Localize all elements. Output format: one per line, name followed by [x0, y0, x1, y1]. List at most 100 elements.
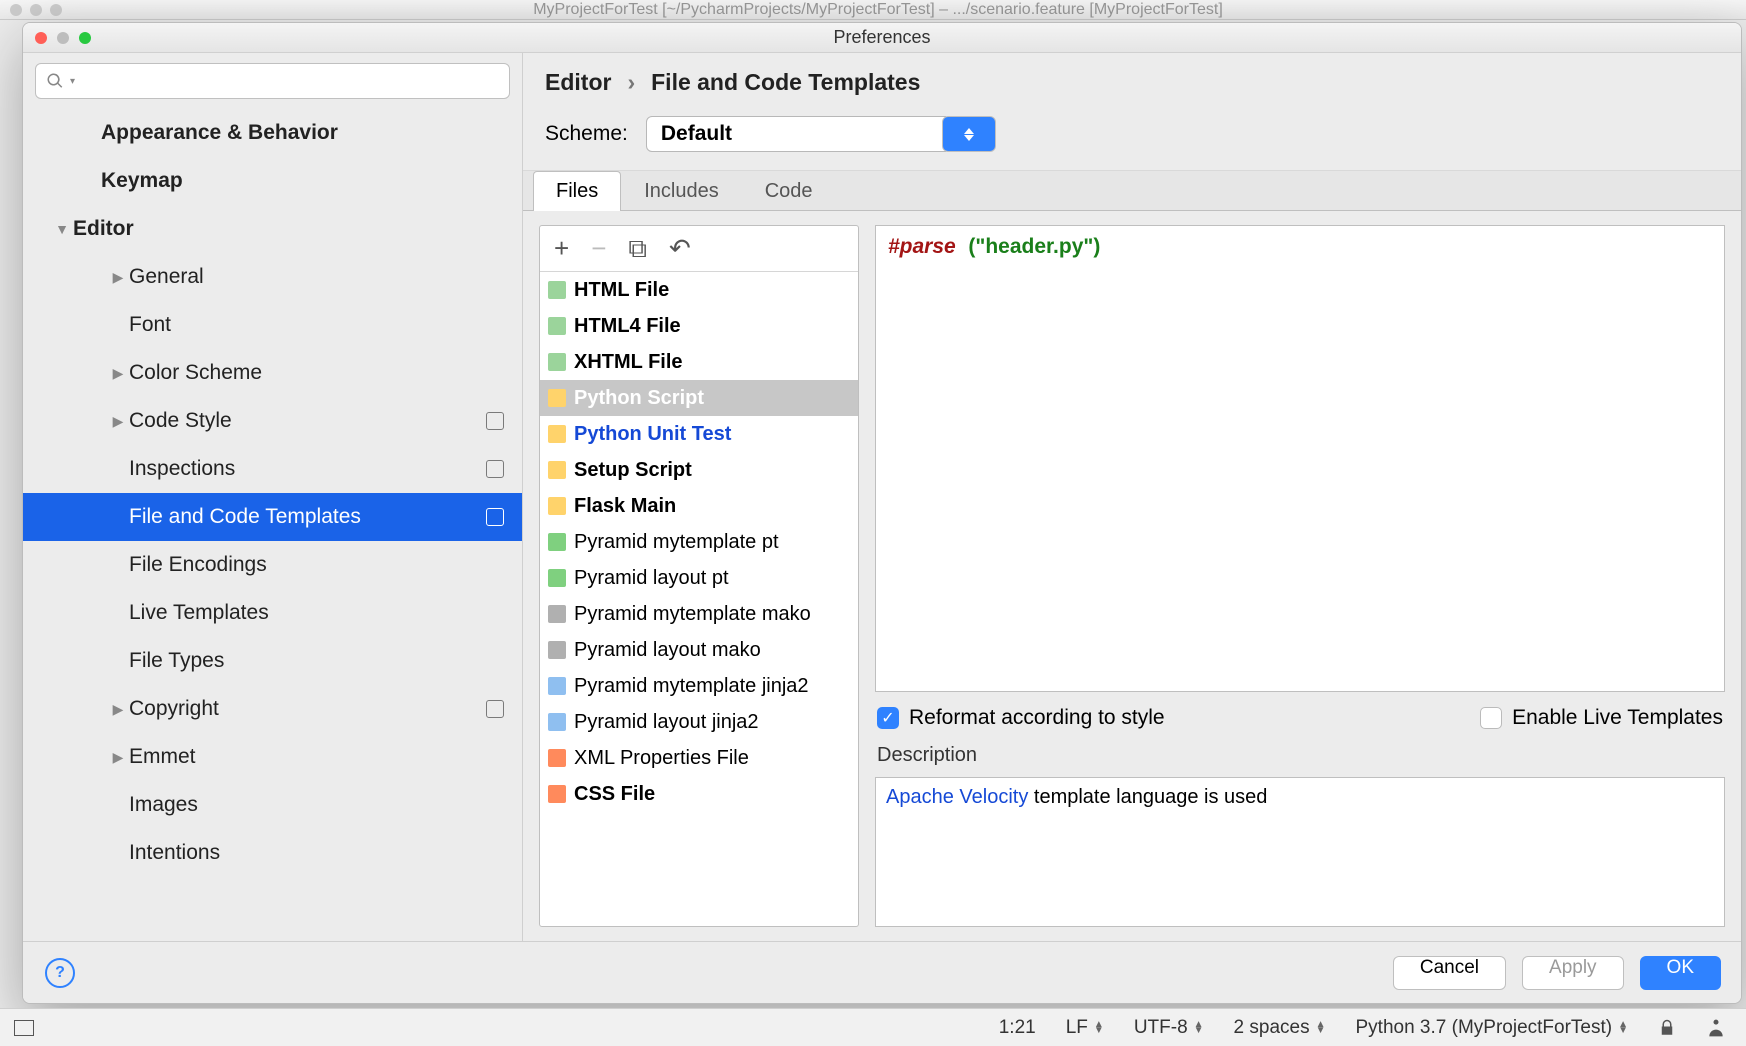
search-icon: [46, 72, 64, 90]
file-type-icon: [548, 497, 566, 515]
parent-min-dot: [30, 4, 42, 16]
dialog-close-dot[interactable]: [35, 32, 47, 44]
revert-template-button[interactable]: ↶: [669, 233, 691, 264]
remove-template-button[interactable]: −: [591, 233, 606, 264]
nav-keymap[interactable]: ▶Keymap: [23, 157, 522, 205]
live-templates-label: Enable Live Templates: [1512, 706, 1723, 730]
template-item-label: Pyramid mytemplate pt: [574, 531, 779, 554]
breadcrumb-root[interactable]: Editor: [545, 69, 611, 96]
settings-search-input[interactable]: ▾: [35, 63, 510, 99]
nav-emmet[interactable]: ▶Emmet: [23, 733, 522, 781]
nav-file-code-templates[interactable]: ▶File and Code Templates: [23, 493, 522, 541]
template-item[interactable]: Setup Script: [540, 452, 858, 488]
checkbox-unchecked-icon: [1480, 707, 1502, 729]
template-item-label: Pyramid mytemplate mako: [574, 603, 811, 626]
breadcrumb: Editor › File and Code Templates: [523, 53, 1741, 100]
template-item[interactable]: HTML File: [540, 272, 858, 308]
nav-file-encodings[interactable]: ▶File Encodings: [23, 541, 522, 589]
nav-images[interactable]: ▶Images: [23, 781, 522, 829]
template-item[interactable]: Pyramid mytemplate pt: [540, 524, 858, 560]
template-item-label: Pyramid mytemplate jinja2: [574, 675, 809, 698]
description-box: Apache Velocity template language is use…: [875, 777, 1725, 927]
cancel-button[interactable]: Cancel: [1393, 956, 1506, 990]
dialog-title: Preferences: [833, 27, 930, 48]
template-item[interactable]: Pyramid mytemplate jinja2: [540, 668, 858, 704]
file-type-icon: [548, 281, 566, 299]
nav-appearance-behavior[interactable]: ▶Appearance & Behavior: [23, 109, 522, 157]
tab-includes[interactable]: Includes: [621, 171, 742, 211]
velocity-link[interactable]: Apache Velocity: [886, 786, 1028, 808]
template-list-panel: + − ⧉ ↶ HTML File HTML4 File XHTML File Pyt…: [539, 225, 859, 927]
checkbox-checked-icon: ✓: [877, 707, 899, 729]
template-item[interactable]: Pyramid layout jinja2: [540, 704, 858, 740]
settings-sidebar: ▾ ▶Appearance & Behavior ▶Keymap ▼Editor…: [23, 53, 523, 941]
template-item[interactable]: Python Script: [540, 380, 858, 416]
parent-window-titlebar: MyProjectForTest [~/PycharmProjects/MyPr…: [0, 0, 1746, 20]
template-item-label: Flask Main: [574, 495, 676, 518]
nav-intentions[interactable]: ▶Intentions: [23, 829, 522, 877]
template-item-label: HTML File: [574, 279, 669, 302]
template-list[interactable]: HTML File HTML4 File XHTML File Python Scri…: [540, 272, 858, 926]
template-tabs: Files Includes Code: [523, 171, 1741, 211]
scheme-select[interactable]: Default: [646, 116, 996, 152]
nav-live-templates[interactable]: ▶Live Templates: [23, 589, 522, 637]
template-item[interactable]: Pyramid layout mako: [540, 632, 858, 668]
indent-selector[interactable]: 2 spaces▲▼: [1234, 1017, 1326, 1039]
reformat-checkbox[interactable]: ✓ Reformat according to style: [877, 706, 1165, 730]
template-item-label: Python Script: [574, 387, 704, 410]
nav-code-style[interactable]: ▶Code Style: [23, 397, 522, 445]
enable-live-templates-checkbox[interactable]: Enable Live Templates: [1480, 706, 1723, 730]
inspector-icon[interactable]: [1706, 1018, 1726, 1038]
template-item[interactable]: HTML4 File: [540, 308, 858, 344]
lock-icon[interactable]: [1658, 1019, 1676, 1037]
tab-files[interactable]: Files: [533, 171, 621, 211]
template-item[interactable]: Pyramid mytemplate mako: [540, 596, 858, 632]
nav-inspections[interactable]: ▶Inspections: [23, 445, 522, 493]
template-item[interactable]: XHTML File: [540, 344, 858, 380]
template-item[interactable]: CSS File: [540, 776, 858, 812]
template-item[interactable]: XML Properties File: [540, 740, 858, 776]
interpreter-selector[interactable]: Python 3.7 (MyProjectForTest)▲▼: [1356, 1017, 1629, 1039]
scope-badge-icon: [486, 700, 504, 718]
file-type-icon: [548, 425, 566, 443]
dialog-titlebar: Preferences: [23, 23, 1741, 53]
template-item[interactable]: Python Unit Test: [540, 416, 858, 452]
template-item[interactable]: Flask Main: [540, 488, 858, 524]
description-label: Description: [875, 744, 1725, 767]
template-item[interactable]: Pyramid layout pt: [540, 560, 858, 596]
file-type-icon: [548, 713, 566, 731]
scope-badge-icon: [486, 412, 504, 430]
breadcrumb-leaf: File and Code Templates: [651, 69, 920, 96]
template-item-label: XHTML File: [574, 351, 683, 374]
tool-window-toggle-icon[interactable]: [14, 1020, 34, 1036]
nav-font[interactable]: ▶Font: [23, 301, 522, 349]
dialog-min-dot: [57, 32, 69, 44]
file-type-icon: [548, 389, 566, 407]
template-item-label: Python Unit Test: [574, 423, 731, 446]
scheme-stepper-icon[interactable]: [942, 116, 996, 152]
copy-template-button[interactable]: ⧉: [628, 233, 647, 265]
nav-file-types[interactable]: ▶File Types: [23, 637, 522, 685]
editor-directive: #parse: [888, 235, 956, 258]
nav-color-scheme[interactable]: ▶Color Scheme: [23, 349, 522, 397]
line-separator-selector[interactable]: LF▲▼: [1066, 1017, 1104, 1039]
file-type-icon: [548, 785, 566, 803]
nav-editor[interactable]: ▼Editor: [23, 205, 522, 253]
nav-general[interactable]: ▶General: [23, 253, 522, 301]
dialog-zoom-dot[interactable]: [79, 32, 91, 44]
file-type-icon: [548, 749, 566, 767]
file-type-icon: [548, 461, 566, 479]
preferences-dialog: Preferences ▾ ▶Appearance & Behavior ▶Ke…: [22, 22, 1742, 1004]
settings-tree[interactable]: ▶Appearance & Behavior ▶Keymap ▼Editor ▶…: [23, 109, 522, 941]
template-item-label: Pyramid layout pt: [574, 567, 729, 590]
template-editor[interactable]: #parse ("header.py"): [875, 225, 1725, 692]
help-button[interactable]: ?: [45, 958, 75, 988]
tab-code[interactable]: Code: [742, 171, 836, 211]
scheme-label: Scheme:: [545, 122, 628, 146]
add-template-button[interactable]: +: [554, 233, 569, 264]
nav-copyright[interactable]: ▶Copyright: [23, 685, 522, 733]
ok-button[interactable]: OK: [1640, 956, 1721, 990]
encoding-selector[interactable]: UTF-8▲▼: [1134, 1017, 1204, 1039]
template-item-label: HTML4 File: [574, 315, 681, 338]
caret-position[interactable]: 1:21: [999, 1017, 1036, 1039]
